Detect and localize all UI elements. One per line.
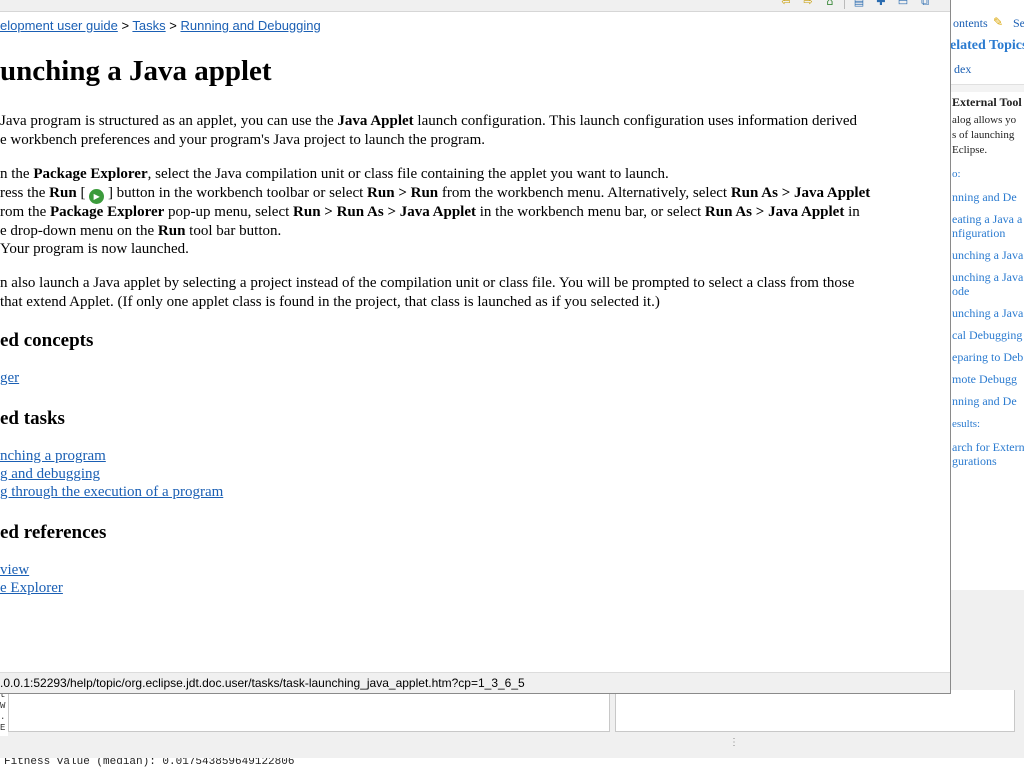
index-tab[interactable]: dex <box>954 62 971 77</box>
related-tasks-heading: ed tasks <box>0 408 65 429</box>
related-concepts-heading: ed concepts <box>0 330 94 351</box>
gutter-char: W <box>0 701 6 711</box>
related-link[interactable]: nfiguration <box>952 226 1024 240</box>
intro-text: launch configuration. This launch config… <box>413 113 858 129</box>
related-link[interactable]: nning and De <box>952 190 1024 204</box>
gutter-char: . <box>0 712 6 722</box>
related-topics-body: External Tool alog allows yo s of launch… <box>952 94 1024 468</box>
page-title: unching a Java applet <box>0 55 272 87</box>
breadcrumb-sep: > <box>121 18 130 33</box>
related-link[interactable]: unching a Java <box>952 270 1024 284</box>
breadcrumb-sep: > <box>169 18 177 33</box>
also-line-1: n also launch a Java applet by selecting… <box>0 275 855 291</box>
related-link[interactable]: unching a Java <box>952 248 1024 262</box>
step-2-cont: rom the Package Explorer pop-up menu, se… <box>0 203 860 222</box>
status-bar: .0.0.1:52293/help/topic/org.eclipse.jdt.… <box>0 672 950 693</box>
step-text: from the workbench menu. Alternatively, … <box>438 185 731 201</box>
run-icon: ▶ <box>89 189 105 204</box>
related-link[interactable]: unching a Java <box>952 306 1024 320</box>
help-toolbar: ⇦ ⇨ ⌂ ▤ ✚ ▭ ⧉ <box>778 0 933 10</box>
section-desc: s of launching <box>952 129 1015 141</box>
related-link[interactable]: eparing to Deb <box>952 350 1024 364</box>
intro-line-1: Java program is structured as an applet,… <box>0 112 857 131</box>
ide-sash <box>0 736 1024 758</box>
print-icon[interactable]: ▭ <box>895 0 911 10</box>
console-text: Fitness value (median): 0.01754385964912… <box>4 758 295 768</box>
step-text: e drop-down menu on the <box>0 223 158 239</box>
step-text: tool bar button. <box>185 223 282 239</box>
step-bold: Package Explorer <box>50 204 165 220</box>
step-bold: Run As > Java Applet <box>704 204 845 220</box>
ide-side-panel[interactable] <box>615 690 1015 732</box>
search-tab[interactable]: Se <box>1013 16 1024 31</box>
status-url: .0.0.1:52293/help/topic/org.eclipse.jdt.… <box>0 676 525 690</box>
forward-icon[interactable]: ⇨ <box>800 0 816 10</box>
result-link[interactable]: arch for Extern <box>952 440 1024 454</box>
step-text: pop-up menu, select <box>164 204 294 220</box>
bookmark-icon[interactable]: ✚ <box>873 0 889 10</box>
task-link[interactable]: nching a program <box>0 448 106 465</box>
step-text: in <box>844 204 860 220</box>
task-link[interactable]: g through the execution of a program <box>0 484 223 501</box>
contents-tab[interactable]: ontents <box>953 16 988 31</box>
sidebar-separator <box>950 84 1024 92</box>
related-link[interactable]: cal Debugging <box>952 328 1024 342</box>
section-desc: alog allows yo <box>952 114 1017 126</box>
step-bold: Run > Run <box>367 185 439 201</box>
step-text: n the <box>0 166 34 182</box>
step-1: n the Package Explorer, select the Java … <box>0 165 669 184</box>
intro-text: Java program is structured as an applet,… <box>0 113 338 129</box>
help-content: elopment user guide > Tasks > Running an… <box>0 12 950 672</box>
reference-link[interactable]: e Explorer <box>0 580 63 597</box>
step-bold: Run As > Java Applet <box>730 185 871 201</box>
sash-grip-icon[interactable]: ⋮ <box>729 738 739 756</box>
search-icon[interactable]: ✎ <box>993 15 1007 29</box>
step-text: , select the Java compilation unit or cl… <box>147 166 669 182</box>
step-bold: Run <box>157 223 186 239</box>
also-line-2: that extend Applet. (If only one applet … <box>0 294 660 310</box>
step-2-cont: e drop-down menu on the Run tool bar but… <box>0 222 281 241</box>
result-link[interactable]: gurations <box>952 454 1024 468</box>
related-link[interactable]: nning and De <box>952 394 1024 408</box>
gutter-char: E <box>0 723 6 733</box>
show-in-toc-icon[interactable]: ▤ <box>851 0 867 10</box>
step-bold: Package Explorer <box>33 166 148 182</box>
related-topics-title: elated Topics <box>950 38 1024 53</box>
intro-line-2: e workbench preferences and your program… <box>0 132 486 148</box>
step-text: [ <box>76 185 90 201</box>
related-link[interactable]: eating a Java a <box>952 212 1024 226</box>
intro-bold: Java Applet <box>337 113 414 129</box>
step-3: Your program is now launched. <box>0 241 189 257</box>
back-icon[interactable]: ⇦ <box>778 0 794 10</box>
step-2: ress the Run [ ▶ ] button in the workben… <box>0 184 870 204</box>
step-bold: Run <box>49 185 77 201</box>
ide-editor-panel[interactable] <box>8 690 610 732</box>
breadcrumb-running[interactable]: Running and Debugging <box>181 18 321 33</box>
breadcrumb-tasks[interactable]: Tasks <box>132 18 165 33</box>
results-label: esults: <box>952 418 981 430</box>
section-header: External Tool <box>952 95 1022 109</box>
breadcrumb: elopment user guide > Tasks > Running an… <box>0 18 321 33</box>
help-toolbar-strip: ⇦ ⇨ ⌂ ▤ ✚ ▭ ⧉ <box>0 0 950 12</box>
step-text: in the workbench menu bar, or select <box>476 204 705 220</box>
see-also-label: o: <box>952 168 961 180</box>
breadcrumb-guide[interactable]: elopment user guide <box>0 18 118 33</box>
step-text: ] button in the workbench toolbar or sel… <box>104 185 368 201</box>
console-output: Fitness value (median): 0.01754385964912… <box>0 758 1024 768</box>
toolbar-separator <box>844 0 845 9</box>
maximize-icon[interactable]: ⧉ <box>917 0 933 10</box>
step-text: ress the <box>0 185 50 201</box>
home-icon[interactable]: ⌂ <box>822 0 838 10</box>
step-text: rom the <box>0 204 50 220</box>
section-desc: Eclipse. <box>952 144 988 156</box>
step-bold: Run > Run As > Java Applet <box>293 204 476 220</box>
related-link[interactable]: mote Debugg <box>952 372 1024 386</box>
help-window: ⇦ ⇨ ⌂ ▤ ✚ ▭ ⧉ elopment user guide > Task… <box>0 0 951 694</box>
related-link[interactable]: ode <box>952 284 1024 298</box>
related-references-heading: ed references <box>0 522 107 543</box>
concept-link[interactable]: ger <box>0 370 19 387</box>
task-link[interactable]: g and debugging <box>0 466 100 483</box>
reference-link[interactable]: view <box>0 562 29 579</box>
